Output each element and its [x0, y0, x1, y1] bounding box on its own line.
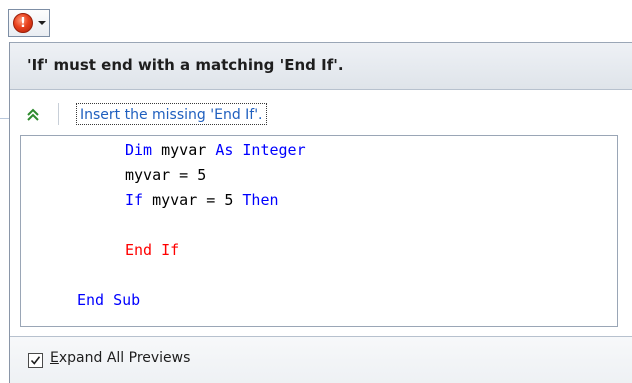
code-token: Dim [125, 141, 153, 159]
code-line: End Sub [77, 288, 140, 313]
code-token: If [125, 191, 144, 209]
chevron-down-icon [38, 21, 46, 25]
error-header: 'If' must end with a matching 'End If'. [10, 42, 632, 90]
code-line: Dim myvar As Integer [125, 138, 306, 163]
code-line: End If [125, 238, 179, 263]
expand-all-previews-checkbox[interactable] [28, 353, 43, 368]
double-chevron-up-glyph [27, 108, 39, 121]
double-chevron-up-icon[interactable] [26, 106, 40, 122]
access-key-letter: E [50, 350, 59, 366]
code-token: As [215, 141, 234, 159]
code-token: End If [125, 241, 180, 259]
code-token: End [77, 291, 105, 309]
preview-footer: Expand All Previews [10, 336, 632, 383]
code-token: myvar [152, 141, 216, 159]
background-editor-glyph [0, 0, 10, 4]
quick-fix-panel: 'If' must end with a matching 'End If'. … [9, 42, 632, 383]
checkmark-icon [30, 356, 41, 365]
quick-fix-screen: ! 'If' must end with a matching 'End If'… [0, 0, 632, 383]
code-line: myvar = 5 [125, 163, 206, 188]
code-token: myvar = 5 [125, 166, 207, 184]
error-icon: ! [13, 13, 33, 33]
code-token: myvar = 5 [143, 191, 243, 209]
code-token: Sub [113, 291, 141, 309]
expand-all-previews-label[interactable]: Expand All Previews [50, 350, 190, 366]
error-smart-tag-button[interactable]: ! [8, 9, 50, 37]
insert-missing-end-if-link[interactable]: Insert the missing 'End If'. [76, 103, 267, 125]
expand-all-previews-text: xpand All Previews [58, 350, 191, 366]
row-separator [58, 103, 59, 125]
code-preview: Dim myvar As Integer myvar = 5 If myvar = … [20, 135, 618, 327]
code-line: If myvar = 5 Then [125, 188, 279, 213]
background-editor-line [0, 118, 9, 119]
code-token: Integer [242, 141, 306, 159]
fix-option-row[interactable]: Insert the missing 'End If'. [10, 100, 632, 130]
error-message: 'If' must end with a matching 'End If'. [27, 56, 344, 74]
code-token: Then [242, 191, 279, 209]
